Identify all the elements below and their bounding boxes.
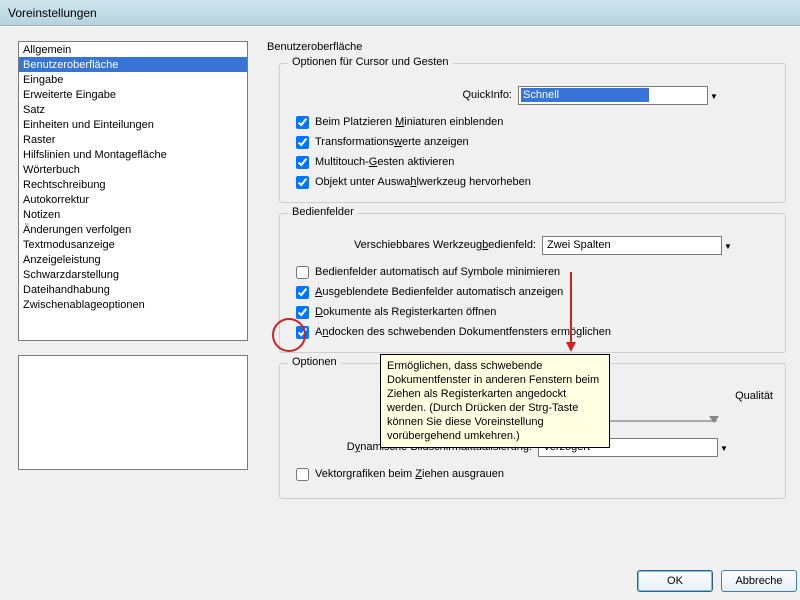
category-item[interactable]: Notizen (19, 207, 247, 222)
category-item[interactable]: Wörterbuch (19, 162, 247, 177)
quickinfo-dropdown[interactable]: Schnell ▼ (518, 86, 708, 105)
toolpanel-label: Verschiebbares Werkzeugbedienfeld: (292, 239, 536, 251)
dialog-buttons: OK Abbreche (637, 570, 800, 596)
group-options: Optionen Ermöglichen, dass schwebende Do… (279, 363, 786, 499)
category-item[interactable]: Eingabe (19, 72, 247, 87)
group-panels: Bedienfelder Verschiebbares Werkzeugbedi… (279, 213, 786, 353)
group-label-cursor: Optionen für Cursor und Gesten (288, 56, 453, 68)
category-item[interactable]: Schwarzdarstellung (19, 267, 247, 282)
group-cursor-gestures: Optionen für Cursor und Gesten QuickInfo… (279, 63, 786, 203)
toolpanel-value: Zwei Spalten (547, 239, 611, 251)
checkbox-gray-vectors[interactable]: Vektorgrafiken beim Ziehen ausgrauen (296, 464, 773, 484)
category-item[interactable]: Allgemein (19, 42, 247, 57)
ok-button[interactable]: OK (637, 570, 713, 592)
quickinfo-label: QuickInfo: (292, 89, 512, 101)
checkbox-docs-as-tabs[interactable]: Dokumente als Registerkarten öffnen (296, 302, 773, 322)
category-item[interactable]: Autokorrektur (19, 192, 247, 207)
checkbox-highlight-object[interactable]: Objekt unter Auswahlwerkzeug hervorheben (296, 172, 773, 192)
chevron-down-icon[interactable]: ▼ (721, 237, 735, 256)
checkbox-minimize-icons[interactable]: Bedienfelder automatisch auf Symbole min… (296, 262, 773, 282)
checkbox-transform-values[interactable]: Transformationswerte anzeigen (296, 132, 773, 152)
group-label-panels: Bedienfelder (288, 206, 358, 218)
category-item[interactable]: Dateihandhabung (19, 282, 247, 297)
settings-panel: Benutzeroberfläche Optionen für Cursor u… (267, 41, 800, 564)
chevron-down-icon[interactable]: ▼ (707, 87, 721, 106)
chevron-down-icon[interactable]: ▼ (717, 439, 731, 458)
toolpanel-dropdown[interactable]: Zwei Spalten ▼ (542, 236, 722, 255)
client-area: AllgemeinBenutzeroberflächeEingabeErweit… (0, 26, 800, 600)
category-item[interactable]: Hilfslinien und Montagefläche (19, 147, 247, 162)
row-quickinfo: QuickInfo: Schnell ▼ (292, 84, 773, 106)
tooltip-docking-help: Ermöglichen, dass schwebende Dokumentfen… (380, 354, 610, 448)
slider-thumb-icon[interactable] (709, 416, 719, 423)
checkbox-show-hidden-input[interactable] (296, 286, 309, 299)
window-titlebar: Voreinstellungen (0, 0, 800, 26)
category-list[interactable]: AllgemeinBenutzeroberflächeEingabeErweit… (18, 41, 248, 341)
category-item[interactable]: Satz (19, 102, 247, 117)
checkbox-transform-input[interactable] (296, 136, 309, 149)
quickinfo-value: Schnell (521, 88, 649, 102)
cancel-button[interactable]: Abbreche (721, 570, 797, 592)
checkbox-docs-tabs-input[interactable] (296, 306, 309, 319)
checkbox-highlight-input[interactable] (296, 176, 309, 189)
category-item[interactable]: Textmodusanzeige (19, 237, 247, 252)
checkbox-show-hidden-panels[interactable]: Ausgeblendete Bedienfelder automatisch a… (296, 282, 773, 302)
category-description-box (18, 355, 248, 470)
category-item[interactable]: Anzeigeleistung (19, 252, 247, 267)
category-item[interactable]: Erweiterte Eingabe (19, 87, 247, 102)
category-item[interactable]: Benutzeroberfläche (19, 57, 247, 72)
checkbox-miniatures-input[interactable] (296, 116, 309, 129)
checkbox-enable-docking[interactable]: Andocken des schwebenden Dokumentfenster… (296, 322, 773, 342)
quality-label: Qualität (735, 390, 773, 402)
category-item[interactable]: Zwischenablageoptionen (19, 297, 247, 312)
category-item[interactable]: Rechtschreibung (19, 177, 247, 192)
group-label-options: Optionen (288, 356, 341, 368)
category-item[interactable]: Änderungen verfolgen (19, 222, 247, 237)
checkbox-minimize-input[interactable] (296, 266, 309, 279)
checkbox-enable-docking-input[interactable] (296, 326, 309, 339)
window-title: Voreinstellungen (8, 6, 97, 20)
category-item[interactable]: Einheiten und Einteilungen (19, 117, 247, 132)
checkbox-multitouch-input[interactable] (296, 156, 309, 169)
checkbox-gray-vectors-input[interactable] (296, 468, 309, 481)
category-item[interactable]: Raster (19, 132, 247, 147)
checkbox-miniatures[interactable]: Beim Platzieren Miniaturen einblenden (296, 112, 773, 132)
checkbox-multitouch[interactable]: Multitouch-Gesten aktivieren (296, 152, 773, 172)
